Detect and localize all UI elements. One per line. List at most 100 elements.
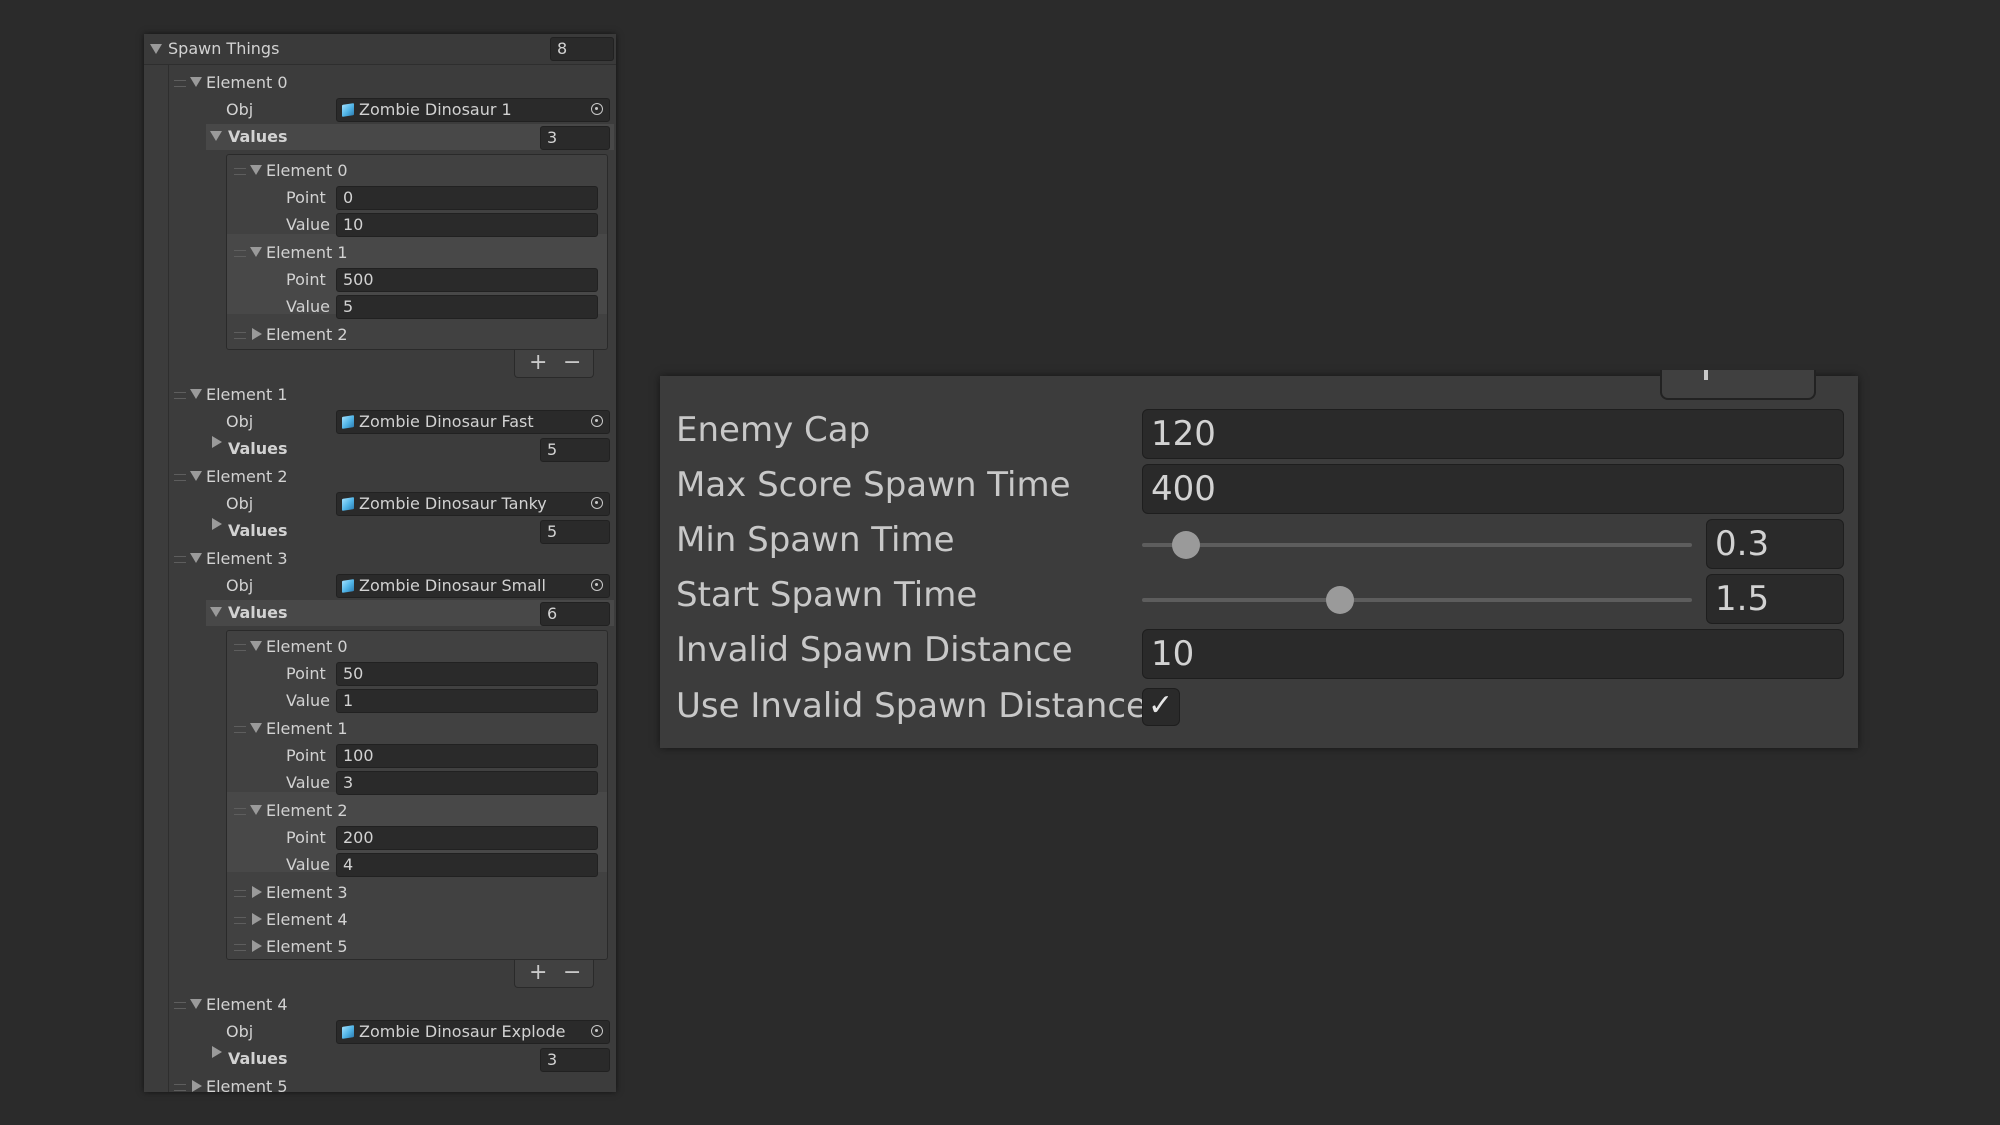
value-element-2-foldout-icon[interactable] [250,805,262,815]
drag-handle-icon[interactable] [174,80,186,87]
add-element-button[interactable]: + [529,350,547,376]
element-4-values-foldout-icon[interactable] [212,1046,222,1058]
max-score-spawn-time-label: Max Score Spawn Time [676,465,1071,505]
element-1-values-label[interactable]: Values [228,436,288,462]
drag-handle-icon[interactable] [174,1084,186,1091]
spawn-things-size-field[interactable]: 8 [550,37,614,61]
element-1-values-foldout-icon[interactable] [212,436,222,448]
value-field[interactable]: 1 [336,689,598,713]
object-picker-icon[interactable] [591,415,603,427]
value-element-4-foldout-icon[interactable] [252,913,262,925]
element-3-values-size-field[interactable]: 6 [540,602,610,626]
spawn-things-foldout-icon[interactable] [150,44,162,54]
prefab-cube-icon [342,497,354,511]
element-0-obj-field[interactable]: Zombie Dinosaur 1 [336,98,610,122]
element-1-obj-field[interactable]: Zombie Dinosaur Fast [336,410,610,434]
object-picker-icon[interactable] [591,579,603,591]
value-field[interactable]: 3 [336,771,598,795]
drag-handle-icon[interactable] [234,332,246,339]
element-1-foldout-icon[interactable] [190,389,202,399]
drag-handle-icon[interactable] [234,917,246,924]
value-element-5-foldout-icon[interactable] [252,940,262,952]
value-element-3-foldout-icon[interactable] [252,886,262,898]
object-picker-icon[interactable] [591,497,603,509]
element-2-values-foldout-icon[interactable] [212,518,222,530]
value-field[interactable]: 5 [336,295,598,319]
drag-handle-icon[interactable] [174,556,186,563]
start-spawn-time-slider[interactable] [1142,586,1692,614]
element-2-label: Element 2 [206,467,288,486]
element-3-obj-label: Obj [226,576,254,595]
point-label: Point [286,746,326,765]
use-invalid-spawn-distance-checkbox[interactable]: ✓ [1142,688,1180,726]
value-element-0-foldout-icon[interactable] [250,641,262,651]
max-score-spawn-time-field[interactable]: 400 [1142,464,1844,514]
value-element-0-foldout-icon[interactable] [250,165,262,175]
element-2-foldout-icon[interactable] [190,471,202,481]
remove-element-button[interactable]: − [563,350,581,376]
point-field[interactable]: 0 [336,186,598,210]
invalid-spawn-distance-label: Invalid Spawn Distance [676,630,1073,670]
value-element-2-foldout-icon[interactable] [252,328,262,340]
drag-handle-icon[interactable] [174,392,186,399]
element-3-foldout-icon[interactable] [190,553,202,563]
point-field[interactable]: 100 [336,744,598,768]
drag-handle-icon[interactable] [174,474,186,481]
add-element-button[interactable]: + [529,960,547,986]
element-4-label: Element 4 [206,995,288,1014]
object-picker-icon[interactable] [591,103,603,115]
point-field[interactable]: 50 [336,662,598,686]
drag-handle-icon[interactable] [174,1002,186,1009]
element-0-values-size-field[interactable]: 3 [540,126,610,150]
element-1-obj-label: Obj [226,412,254,431]
element-4-obj-field[interactable]: Zombie Dinosaur Explode [336,1020,610,1044]
value-element-1-foldout-icon[interactable] [250,723,262,733]
min-spawn-time-field[interactable]: 0.3 [1706,519,1844,569]
element-5-foldout-icon[interactable] [192,1080,202,1092]
remove-element-button[interactable]: − [563,960,581,986]
element-0-values-foldout-icon[interactable] [210,131,222,141]
drag-handle-icon[interactable] [234,168,246,175]
start-spawn-time-slider-thumb[interactable] [1326,586,1354,614]
drag-handle-icon[interactable] [234,944,246,951]
element-4-values-label[interactable]: Values [228,1046,288,1072]
value-field[interactable]: 4 [336,853,598,877]
panel-top-button[interactable] [1660,370,1816,400]
point-label: Point [286,664,326,683]
value-element-1-foldout-icon[interactable] [250,247,262,257]
drag-handle-icon[interactable] [234,808,246,815]
enemy-cap-field[interactable]: 120 [1142,409,1844,459]
value-element-0-label: Element 0 [266,161,348,180]
point-field[interactable]: 200 [336,826,598,850]
element-0-label: Element 0 [206,73,288,92]
element-2-values-size-field[interactable]: 5 [540,520,610,544]
element-3-obj-field[interactable]: Zombie Dinosaur Small [336,574,610,598]
element-4-foldout-icon[interactable] [190,999,202,1009]
element-3-values-foldout-icon[interactable] [210,607,222,617]
point-field[interactable]: 500 [336,268,598,292]
value-element-2-label: Element 2 [266,801,348,820]
min-spawn-time-slider-thumb[interactable] [1172,531,1200,559]
drag-handle-icon[interactable] [234,250,246,257]
spawn-things-label: Spawn Things [168,39,280,58]
element-3-add-remove-bar: + − [514,960,594,988]
element-3-values-label: Values [228,603,288,622]
drag-handle-icon[interactable] [234,890,246,897]
value-element-2-label: Element 2 [266,325,348,344]
enemy-cap-label: Enemy Cap [676,410,871,450]
invalid-spawn-distance-field[interactable]: 10 [1142,629,1844,679]
min-spawn-time-slider[interactable] [1142,531,1692,559]
value-element-5-label: Element 5 [266,937,348,956]
element-0-obj-value: Zombie Dinosaur 1 [359,100,512,119]
drag-handle-icon[interactable] [234,644,246,651]
element-1-values-size-field[interactable]: 5 [540,438,610,462]
value-field[interactable]: 10 [336,213,598,237]
element-2-values-label[interactable]: Values [228,518,288,544]
start-spawn-time-field[interactable]: 1.5 [1706,574,1844,624]
element-4-obj-value: Zombie Dinosaur Explode [359,1022,566,1041]
element-4-values-size-field[interactable]: 3 [540,1048,610,1072]
drag-handle-icon[interactable] [234,726,246,733]
element-0-foldout-icon[interactable] [190,77,202,87]
object-picker-icon[interactable] [591,1025,603,1037]
element-2-obj-field[interactable]: Zombie Dinosaur Tanky [336,492,610,516]
